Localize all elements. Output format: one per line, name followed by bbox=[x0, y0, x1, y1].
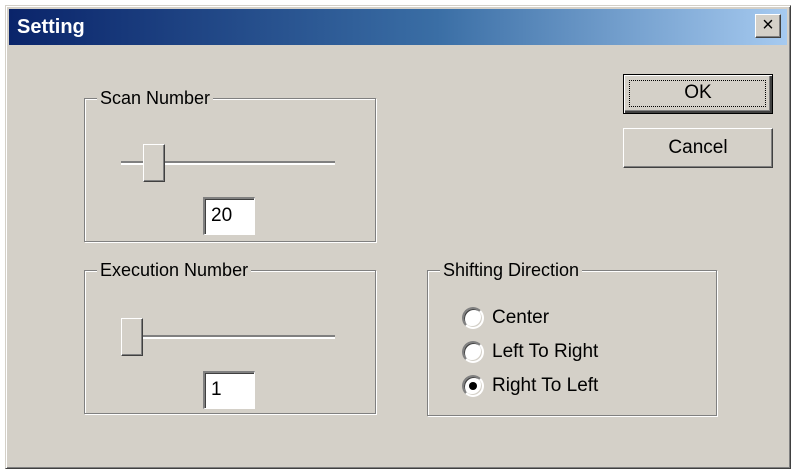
setting-dialog: Setting × Scan Number 20 Execution Numbe… bbox=[5, 5, 791, 469]
radio-selected-dot bbox=[469, 382, 477, 390]
execution-number-slider-track[interactable] bbox=[121, 335, 335, 339]
close-button[interactable]: × bbox=[755, 14, 781, 38]
execution-number-legend: Execution Number bbox=[97, 258, 252, 282]
execution-number-group: Execution Number 1 bbox=[84, 258, 376, 414]
ok-button-label: OK bbox=[684, 82, 712, 103]
execution-number-field[interactable]: 1 bbox=[203, 371, 255, 409]
radio-icon bbox=[462, 341, 484, 363]
execution-number-slider-thumb[interactable] bbox=[121, 318, 143, 356]
title-bar[interactable]: Setting × bbox=[9, 9, 787, 45]
ok-button[interactable]: OK bbox=[623, 74, 773, 114]
scan-number-slider-thumb[interactable] bbox=[143, 144, 165, 182]
scan-number-legend: Scan Number bbox=[97, 86, 214, 110]
radio-icon bbox=[462, 375, 484, 397]
radio-left-to-right-label: Left To Right bbox=[492, 341, 599, 362]
radio-center-label: Center bbox=[492, 307, 550, 328]
scan-number-field[interactable]: 20 bbox=[203, 197, 255, 235]
cancel-button[interactable]: Cancel bbox=[623, 128, 773, 168]
shifting-direction-legend: Shifting Direction bbox=[440, 258, 583, 282]
cancel-button-label: Cancel bbox=[668, 137, 728, 158]
window-title: Setting bbox=[17, 16, 85, 38]
radio-right-to-left-label: Right To Left bbox=[492, 375, 599, 396]
radio-icon bbox=[462, 307, 484, 329]
shifting-direction-group: Shifting Direction Center Left To Right … bbox=[427, 258, 717, 416]
close-icon: × bbox=[762, 14, 774, 36]
scan-number-group: Scan Number 20 bbox=[84, 86, 376, 242]
